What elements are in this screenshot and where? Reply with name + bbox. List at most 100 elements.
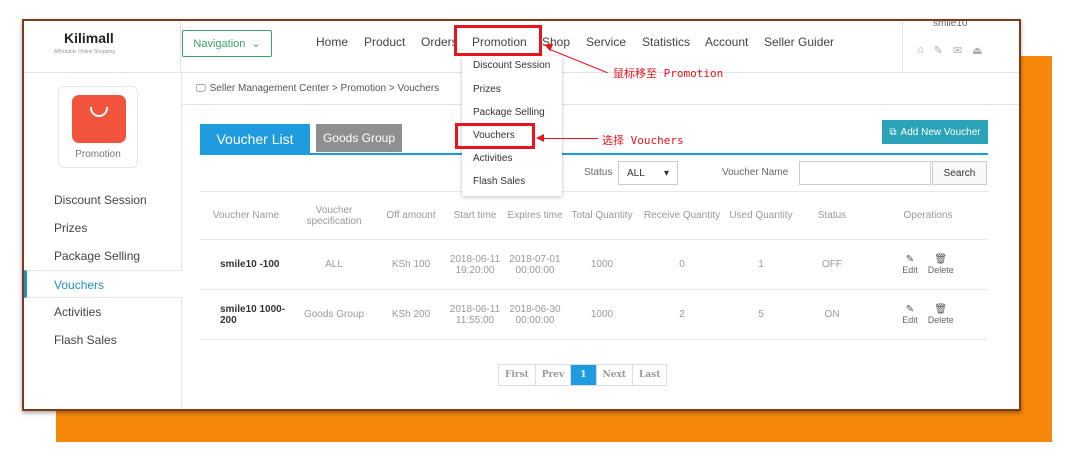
user-area: smile10 ⌂ ✎ ✉ ⏏ xyxy=(902,21,1019,73)
sidebar-item-vouchers[interactable]: Vouchers xyxy=(24,270,182,298)
dropdown-item-discount-session[interactable]: Discount Session xyxy=(473,60,550,71)
column-header: Expires time xyxy=(504,191,566,240)
home-icon[interactable]: ⌂ xyxy=(917,44,924,57)
expires-clock-value: 00:00:00 xyxy=(515,264,555,276)
column-header: Voucher Name xyxy=(200,191,292,240)
breadcrumb-text: Seller Management Center > Promotion > V… xyxy=(209,83,440,94)
tab-voucher-list[interactable]: Voucher List xyxy=(200,124,310,154)
status-value: OFF xyxy=(796,239,868,290)
menu-orders[interactable]: Orders xyxy=(421,35,458,49)
pager-prev[interactable]: Prev xyxy=(535,365,572,385)
dropdown-item-package-selling[interactable]: Package Selling xyxy=(473,107,545,118)
menu-account[interactable]: Account xyxy=(705,35,748,49)
trash-icon: 🗑 xyxy=(934,304,948,315)
expires-date-value: 2018-06-30 xyxy=(509,303,561,315)
dropdown-item-activities[interactable]: Activities xyxy=(473,153,512,164)
wrench-icon[interactable]: ✎ xyxy=(934,44,943,57)
sidebar-item-activities[interactable]: Activities xyxy=(24,298,182,326)
expires-date-value: 2018-07-01 xyxy=(509,253,561,265)
promotion-card: Promotion xyxy=(58,86,138,168)
sidebar-item-prizes[interactable]: Prizes xyxy=(24,214,182,242)
column-header: Off amount xyxy=(376,191,446,240)
column-header: Operations xyxy=(868,191,988,240)
column-header: Start time xyxy=(446,191,504,240)
vouchers-arrow-head xyxy=(536,134,544,142)
receive-quantity: 2 xyxy=(638,289,726,340)
edit-button[interactable]: ✎ Edit xyxy=(902,254,918,275)
dropdown-item-prizes[interactable]: Prizes xyxy=(473,84,501,95)
pager-last[interactable]: Last xyxy=(633,365,667,385)
voucher-name-input[interactable] xyxy=(799,161,931,185)
menu-statistics[interactable]: Statistics xyxy=(642,35,690,49)
sidebar-item-flash-sales[interactable]: Flash Sales xyxy=(24,326,182,354)
pager-current[interactable]: 1 xyxy=(571,365,597,385)
start-clock-value: 11:55:00 xyxy=(455,314,495,326)
voucher-spec: ALL xyxy=(292,239,376,290)
toolbar-icons: ⌂ ✎ ✉ ⏏ xyxy=(917,44,983,57)
expires-clock-value: 00:00:00 xyxy=(515,314,555,326)
start-date-value: 2018-06-11 xyxy=(449,253,501,265)
username[interactable]: smile10 xyxy=(933,21,967,29)
delete-button[interactable]: 🗑 Delete xyxy=(928,304,954,325)
start-time: 2018-06-11 11:55:00 xyxy=(446,289,504,340)
tab-goods-group[interactable]: Goods Group xyxy=(316,124,402,152)
vouchers-annotation: 选择 Vouchers xyxy=(602,134,684,147)
menu-home[interactable]: Home xyxy=(316,35,348,49)
column-header: Used Quantity xyxy=(726,191,796,240)
voucher-name: smile10 1000-200 xyxy=(200,289,292,340)
navigation-button[interactable]: Navigation ⌄ xyxy=(182,30,272,57)
dropdown-item-flash-sales[interactable]: Flash Sales xyxy=(473,176,525,187)
logout-icon[interactable]: ⏏ xyxy=(972,44,982,57)
table-row: smile10 -100 ALL KSh 100 2018-06-11 19:20… xyxy=(200,239,988,290)
add-new-voucher-label: Add New Voucher xyxy=(900,126,981,138)
vouchers-highlight-box xyxy=(455,123,535,149)
off-amount: KSh 100 xyxy=(376,239,446,290)
start-clock-value: 19:20:00 xyxy=(455,264,495,276)
add-icon: ⧉ xyxy=(889,126,897,138)
used-quantity: 1 xyxy=(726,239,796,290)
voucher-spec: Goods Group xyxy=(292,289,376,340)
delete-label: Delete xyxy=(927,315,954,325)
pager-first[interactable]: First xyxy=(499,365,536,385)
shopping-bag-icon xyxy=(72,95,126,143)
pager-next[interactable]: Next xyxy=(596,365,633,385)
divider xyxy=(180,21,181,73)
menu-seller-guider[interactable]: Seller Guider xyxy=(764,35,834,49)
breadcrumb: 🖵 Seller Management Center > Promotion >… xyxy=(196,83,439,94)
used-quantity: 5 xyxy=(726,289,796,340)
sidebar-item-discount-session[interactable]: Discount Session xyxy=(24,186,182,214)
edit-label: Edit xyxy=(902,315,918,325)
column-header: Total Quantity xyxy=(566,191,638,240)
pagination: First Prev 1 Next Last xyxy=(498,364,668,386)
start-time: 2018-06-11 19:20:00 xyxy=(446,239,504,290)
status-value: ON xyxy=(796,289,868,340)
column-header: Voucher specification xyxy=(292,191,376,240)
add-new-voucher-button[interactable]: ⧉ Add New Voucher xyxy=(882,120,988,144)
sidebar-item-package-selling[interactable]: Package Selling xyxy=(24,242,182,270)
divider xyxy=(182,104,1019,105)
table-header-row: Voucher Name Voucher specification Off a… xyxy=(200,191,988,240)
edit-button[interactable]: ✎ Edit xyxy=(902,304,918,325)
logo-tagline: Affordable Online Shopping xyxy=(54,49,116,55)
column-header: Receive Quantity xyxy=(638,191,726,240)
column-header: Status xyxy=(796,191,868,240)
operations: ✎ Edit 🗑 Delete xyxy=(868,289,988,340)
logo[interactable]: Kilimall Affordable Online Shopping xyxy=(54,30,115,55)
promotion-annotation: 鼠标移至 Promotion xyxy=(613,67,724,80)
tab-underline xyxy=(200,153,988,155)
delete-button[interactable]: 🗑 Delete xyxy=(928,254,954,275)
menu-service[interactable]: Service xyxy=(586,35,626,49)
voucher-table: Voucher Name Voucher specification Off a… xyxy=(200,191,988,340)
menu-product[interactable]: Product xyxy=(364,35,405,49)
sidebar-menu: Discount Session Prizes Package Selling … xyxy=(24,186,182,354)
mail-icon[interactable]: ✉ xyxy=(953,44,962,57)
status-select-value: ALL xyxy=(627,167,645,179)
caret-down-icon: ▾ xyxy=(663,167,669,179)
voucher-name: smile10 -100 xyxy=(200,239,292,290)
monitor-icon: 🖵 xyxy=(196,83,206,94)
status-select[interactable]: ALL ▾ xyxy=(618,161,678,185)
search-button[interactable]: Search xyxy=(932,161,987,185)
voucher-name-label: Voucher Name xyxy=(722,167,789,178)
edit-icon: ✎ xyxy=(905,304,915,315)
delete-label: Delete xyxy=(927,265,954,275)
